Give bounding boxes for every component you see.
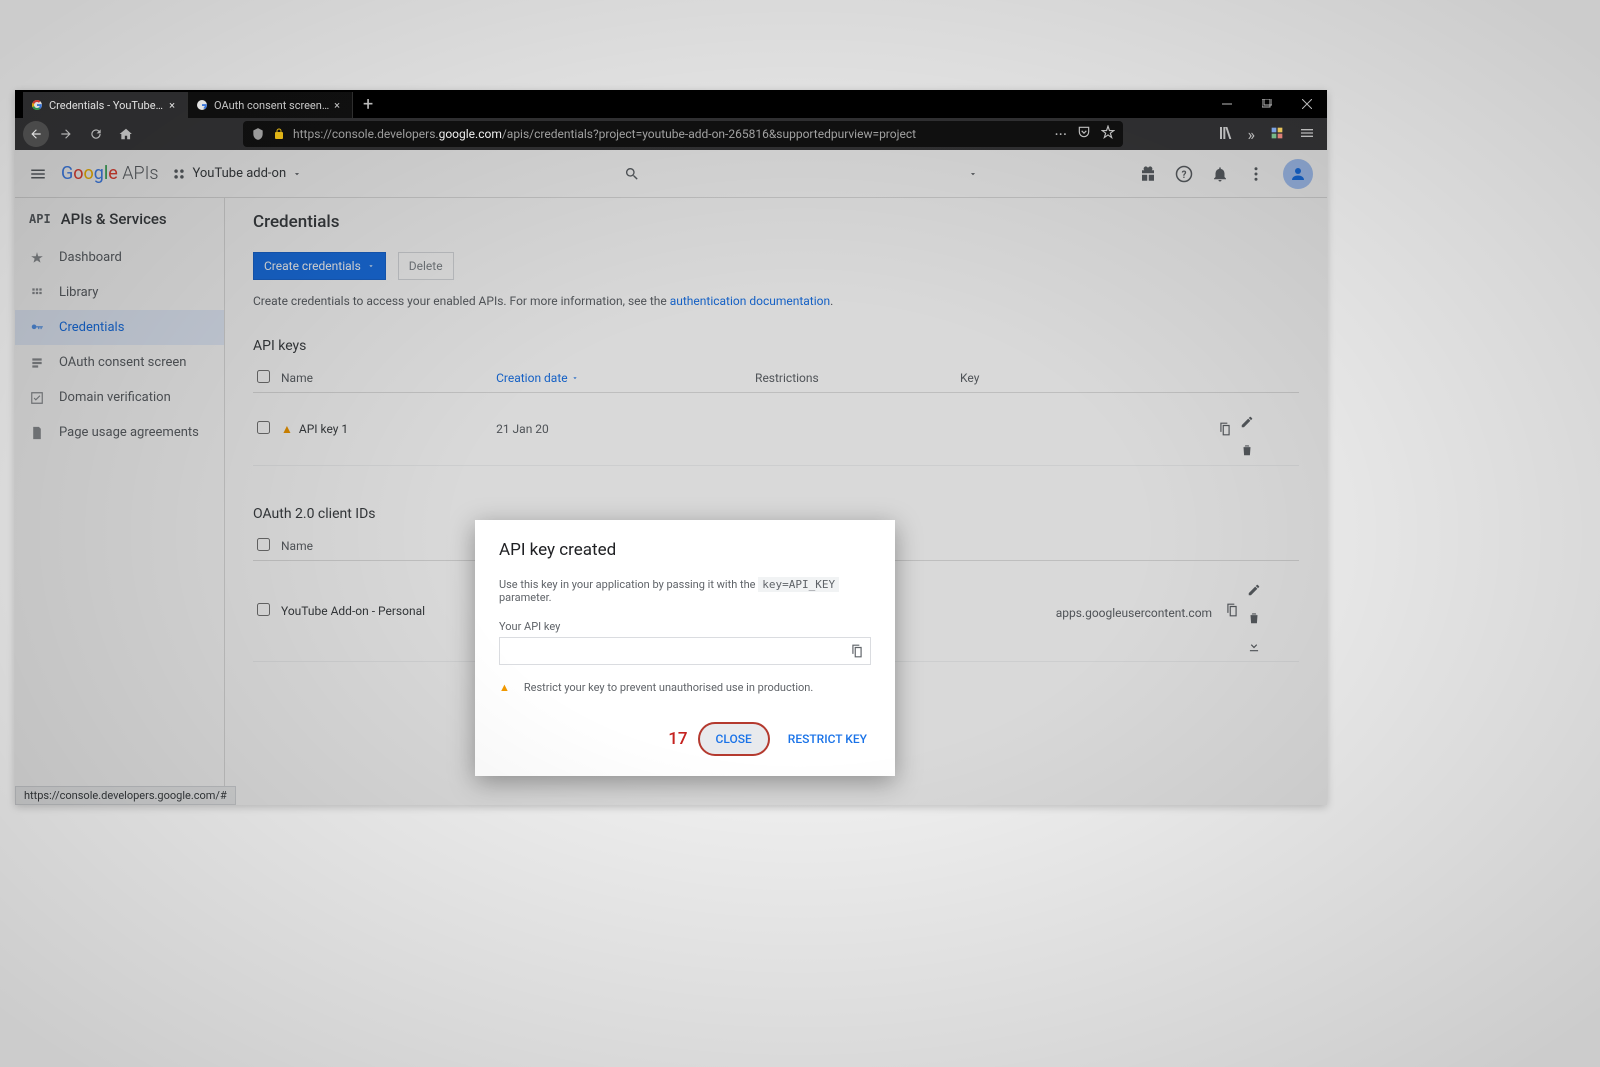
library-icon[interactable] [1218,125,1234,144]
tab-close-icon[interactable]: × [330,99,344,112]
api-key-label: Your API key [499,620,871,633]
api-key-input[interactable] [506,644,850,658]
browser-titlebar: Credentials - YouTube add-on × OAuth con… [15,90,1327,118]
extension-icon[interactable] [1269,125,1285,144]
hamburger-menu-icon[interactable] [1299,125,1315,144]
tab-title: OAuth consent screen – APIs & [214,99,330,112]
tab-title: Credentials - YouTube add-on [49,99,165,112]
tab-close-icon[interactable]: × [165,99,179,112]
annotation-number: 17 [668,729,687,749]
restrict-key-button[interactable]: RESTRICT KEY [784,724,871,754]
url-text: https://console.developers.google.com/ap… [293,127,1046,141]
nav-home-button[interactable] [113,121,139,147]
api-key-field [499,637,871,665]
nav-reload-button[interactable] [83,121,109,147]
browser-tab[interactable]: Credentials - YouTube add-on × [23,92,188,118]
window-minimize-icon[interactable] [1207,90,1247,118]
star-icon[interactable] [1101,125,1115,144]
more-icon[interactable]: ··· [1054,125,1067,144]
browser-tab[interactable]: OAuth consent screen – APIs & × [188,92,353,118]
warning-icon: ▲ [499,681,510,694]
nav-forward-button[interactable] [53,121,79,147]
restrict-note: ▲ Restrict your key to prevent unauthori… [499,681,871,694]
close-button[interactable]: CLOSE [698,722,770,756]
google-favicon [196,99,208,111]
pocket-icon[interactable] [1077,125,1091,144]
url-field[interactable]: https://console.developers.google.com/ap… [243,121,1123,147]
modal-title: API key created [499,540,871,560]
copy-icon[interactable] [850,644,864,658]
modal-description: Use this key in your application by pass… [499,578,871,604]
shield-icon[interactable] [251,127,265,141]
nav-back-button[interactable] [23,121,49,147]
lock-icon[interactable] [273,128,285,140]
window-close-icon[interactable] [1287,90,1327,118]
window-maximize-icon[interactable] [1247,90,1287,118]
overflow-icon[interactable]: » [1248,125,1256,144]
browser-toolbar: https://console.developers.google.com/ap… [15,118,1327,150]
new-tab-button[interactable]: + [353,94,383,115]
api-key-created-modal: API key created Use this key in your app… [475,520,895,776]
google-favicon [31,99,43,111]
